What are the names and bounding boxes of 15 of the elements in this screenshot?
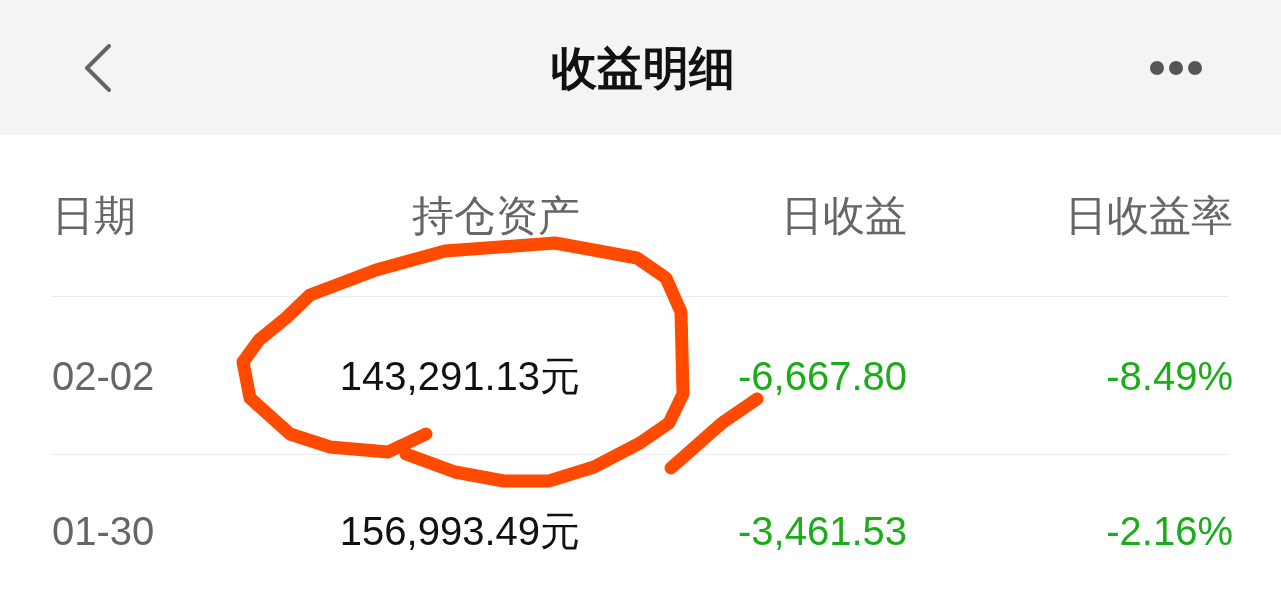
back-icon[interactable] <box>84 43 112 92</box>
column-header: 日收益率 <box>1065 194 1233 237</box>
asset-cell: 156,993.49元 <box>339 510 580 551</box>
column-header: 日收益 <box>781 194 907 237</box>
daily-rate-cell: -2.16% <box>1106 510 1233 551</box>
asset-cell: 143,291.13元 <box>339 355 580 396</box>
date-cell: 01-30 <box>52 510 155 551</box>
column-header: 持仓资产 <box>412 194 580 237</box>
daily-gain-cell: -3,461.53 <box>737 510 907 551</box>
page-title: 收益明细 <box>551 44 735 91</box>
date-cell: 02-02 <box>52 355 155 396</box>
more-icon[interactable] <box>1150 60 1202 75</box>
daily-gain-cell: -6,667.80 <box>737 355 907 396</box>
daily-rate-cell: -8.49% <box>1106 355 1233 396</box>
column-header: 日期 <box>52 194 136 237</box>
